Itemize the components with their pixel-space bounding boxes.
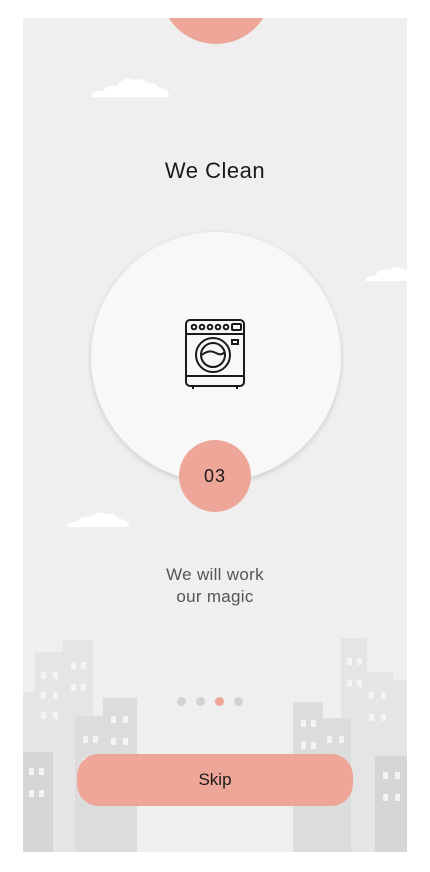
onboarding-screen: We Clean 03 We will work our magic Skip — [23, 18, 407, 852]
cloud-decoration — [91, 78, 169, 97]
pagination-dots — [177, 697, 243, 706]
description-line: our magic — [176, 587, 254, 606]
cloud-decoration — [67, 512, 129, 527]
pagination-dot[interactable] — [177, 697, 186, 706]
pagination-dot[interactable] — [234, 697, 243, 706]
sun-decoration — [160, 18, 272, 44]
description-line: We will work — [166, 565, 264, 584]
city-skyline-decoration — [23, 638, 407, 852]
washing-machine-icon — [185, 319, 245, 389]
step-number-badge: 03 — [179, 440, 251, 512]
pagination-dot[interactable] — [196, 697, 205, 706]
page-title: We Clean — [164, 158, 266, 183]
description-text: We will work our magic — [23, 564, 407, 608]
cloud-decoration — [365, 267, 407, 281]
skip-button[interactable]: Skip — [77, 754, 353, 806]
pagination-dot-active[interactable] — [215, 697, 224, 706]
